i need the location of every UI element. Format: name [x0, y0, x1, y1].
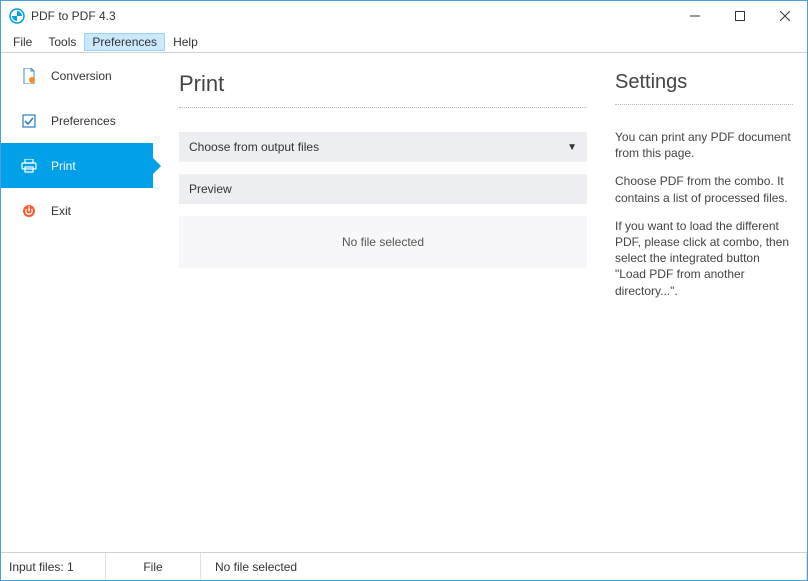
document-icon — [21, 68, 37, 84]
statusbar: Input files: 1 File No file selected — [1, 552, 807, 580]
menu-file[interactable]: File — [5, 33, 40, 51]
window-controls — [672, 1, 807, 31]
maximize-button[interactable] — [717, 1, 762, 31]
output-file-combo[interactable]: Choose from output files ▼ — [179, 132, 587, 162]
page-title: Print — [179, 71, 587, 97]
settings-text: You can print any PDF document from this… — [615, 129, 793, 299]
checkbox-icon — [21, 113, 37, 129]
body: Conversion Preferences Print Exit Print — [1, 53, 807, 552]
settings-paragraph: If you want to load the different PDF, p… — [615, 218, 793, 299]
settings-title: Settings — [615, 71, 793, 94]
menubar: File Tools Preferences Help — [1, 31, 807, 53]
status-file-button[interactable]: File — [106, 553, 201, 580]
sidebar-item-label: Preferences — [51, 114, 116, 128]
preview-body: No file selected — [179, 216, 587, 268]
close-button[interactable] — [762, 1, 807, 31]
sidebar-item-conversion[interactable]: Conversion — [1, 53, 153, 98]
separator — [615, 104, 793, 105]
separator — [179, 107, 587, 108]
center-pane: Print Choose from output files ▼ Preview… — [179, 71, 587, 542]
sidebar-item-label: Conversion — [51, 69, 112, 83]
app-icon — [9, 8, 25, 24]
minimize-button[interactable] — [672, 1, 717, 31]
chevron-down-icon: ▼ — [567, 142, 577, 153]
menu-preferences[interactable]: Preferences — [84, 33, 165, 51]
settings-pane: Settings You can print any PDF document … — [615, 71, 793, 542]
menu-tools[interactable]: Tools — [40, 33, 84, 51]
status-input-count: Input files: 1 — [1, 553, 106, 580]
sidebar-item-preferences[interactable]: Preferences — [1, 98, 153, 143]
preview-header: Preview — [179, 174, 587, 204]
menu-help[interactable]: Help — [165, 33, 206, 51]
preview-label: Preview — [189, 182, 232, 196]
power-icon — [21, 203, 37, 219]
printer-icon — [21, 158, 37, 174]
status-message: No file selected — [201, 553, 807, 580]
main: Print Choose from output files ▼ Preview… — [153, 53, 807, 552]
settings-paragraph: You can print any PDF document from this… — [615, 129, 793, 161]
combo-label: Choose from output files — [189, 140, 319, 154]
preview-empty-text: No file selected — [342, 235, 424, 249]
sidebar-item-print[interactable]: Print — [1, 143, 153, 188]
window-title: PDF to PDF 4.3 — [31, 9, 672, 23]
sidebar-item-exit[interactable]: Exit — [1, 188, 153, 233]
titlebar: PDF to PDF 4.3 — [1, 1, 807, 31]
sidebar: Conversion Preferences Print Exit — [1, 53, 153, 552]
sidebar-item-label: Exit — [51, 204, 71, 218]
settings-paragraph: Choose PDF from the combo. It contains a… — [615, 173, 793, 205]
sidebar-item-label: Print — [51, 159, 76, 173]
